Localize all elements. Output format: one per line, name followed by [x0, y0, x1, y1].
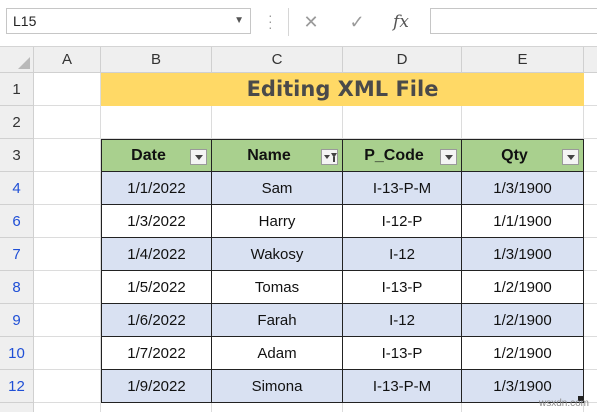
formula-bar-divider	[288, 8, 289, 36]
table-cell[interactable]: 1/3/2022	[101, 205, 212, 238]
table-cell[interactable]: I-12	[343, 304, 462, 337]
table-cell[interactable]: I-12	[343, 238, 462, 271]
table-cell[interactable]: 1/6/2022	[101, 304, 212, 337]
watermark: wsxdn.com	[538, 398, 589, 409]
table-cell[interactable]: Farah	[212, 304, 343, 337]
column-header-f[interactable]	[584, 47, 597, 73]
table-cell[interactable]: I-13-P	[343, 337, 462, 370]
header-cell-date[interactable]: Date	[101, 139, 212, 172]
row-header-10[interactable]: 10	[0, 337, 34, 370]
table-cell[interactable]: 1/2/1900	[462, 337, 584, 370]
table-cell[interactable]: Tomas	[212, 271, 343, 304]
table-cell[interactable]: Simona	[212, 370, 343, 403]
name-box[interactable]: L15 ▼	[6, 8, 251, 34]
header-label-p-code: P_Code	[364, 146, 424, 164]
table-cell[interactable]: Adam	[212, 337, 343, 370]
table-cell[interactable]: 1/7/2022	[101, 337, 212, 370]
header-label-name: Name	[247, 146, 291, 164]
table-cell[interactable]: Sam	[212, 172, 343, 205]
column-header-b[interactable]: B	[101, 47, 212, 73]
chevron-down-icon	[324, 155, 330, 159]
chevron-down-icon	[567, 155, 575, 160]
filter-funnel-icon	[331, 153, 337, 162]
filter-dropdown-date[interactable]	[190, 149, 207, 165]
table-cell[interactable]: 1/3/1900	[462, 172, 584, 205]
column-header-c[interactable]: C	[212, 47, 343, 73]
formula-input[interactable]	[430, 8, 597, 34]
table-cell[interactable]: I-13-P	[343, 271, 462, 304]
row-header-9[interactable]: 9	[0, 304, 34, 337]
table-cell[interactable]: I-12-P	[343, 205, 462, 238]
table-cell[interactable]: Wakosy	[212, 238, 343, 271]
table-cell[interactable]: 1/9/2022	[101, 370, 212, 403]
table-cell[interactable]: 1/1/1900	[462, 205, 584, 238]
table-cell[interactable]: 1/4/2022	[101, 238, 212, 271]
row-header-1[interactable]: 1	[0, 73, 34, 106]
chevron-down-icon	[445, 155, 453, 160]
enter-icon[interactable]: ✓	[342, 8, 372, 36]
table-cell[interactable]: 1/3/1900	[462, 238, 584, 271]
table-cell[interactable]: 1/2/1900	[462, 271, 584, 304]
header-cell-qty[interactable]: Qty	[462, 139, 584, 172]
header-cell-p-code[interactable]: P_Code	[343, 139, 462, 172]
row-header-next[interactable]	[0, 403, 34, 412]
filter-dropdown-qty[interactable]	[562, 149, 579, 165]
header-cell-name[interactable]: Name	[212, 139, 343, 172]
name-box-value: L15	[13, 13, 37, 29]
row-header-6[interactable]: 6	[0, 205, 34, 238]
row-header-8[interactable]: 8	[0, 271, 34, 304]
select-all-button[interactable]	[0, 47, 34, 73]
filter-dropdown-p-code[interactable]	[440, 149, 457, 165]
table-cell[interactable]: 1/5/2022	[101, 271, 212, 304]
insert-function-icon[interactable]: fx	[386, 8, 416, 36]
header-label-qty: Qty	[501, 146, 528, 164]
row-header-3[interactable]: 3	[0, 139, 34, 172]
column-header-d[interactable]: D	[343, 47, 462, 73]
cancel-icon[interactable]: ✕	[296, 8, 326, 36]
table-cell[interactable]: I-13-P-M	[343, 172, 462, 205]
row-header-7[interactable]: 7	[0, 238, 34, 271]
column-header-e[interactable]: E	[462, 47, 584, 73]
sheet-title[interactable]: Editing XML File	[101, 73, 584, 106]
filter-dropdown-name[interactable]	[321, 149, 338, 165]
header-label-date: Date	[131, 146, 166, 164]
table-cell[interactable]: 1/2/1900	[462, 304, 584, 337]
row-header-12[interactable]: 12	[0, 370, 34, 403]
drag-handle-icon[interactable]: · · ·	[268, 8, 273, 34]
table-cell[interactable]: Harry	[212, 205, 343, 238]
table-cell[interactable]: 1/1/2022	[101, 172, 212, 205]
chevron-down-icon[interactable]: ▼	[234, 9, 244, 33]
table-cell[interactable]: I-13-P-M	[343, 370, 462, 403]
row-header-4[interactable]: 4	[0, 172, 34, 205]
chevron-down-icon	[195, 155, 203, 160]
formula-bar: L15 ▼ · · · ✕ ✓ fx	[0, 0, 597, 47]
column-header-a[interactable]: A	[34, 47, 101, 73]
row-header-2[interactable]: 2	[0, 106, 34, 139]
